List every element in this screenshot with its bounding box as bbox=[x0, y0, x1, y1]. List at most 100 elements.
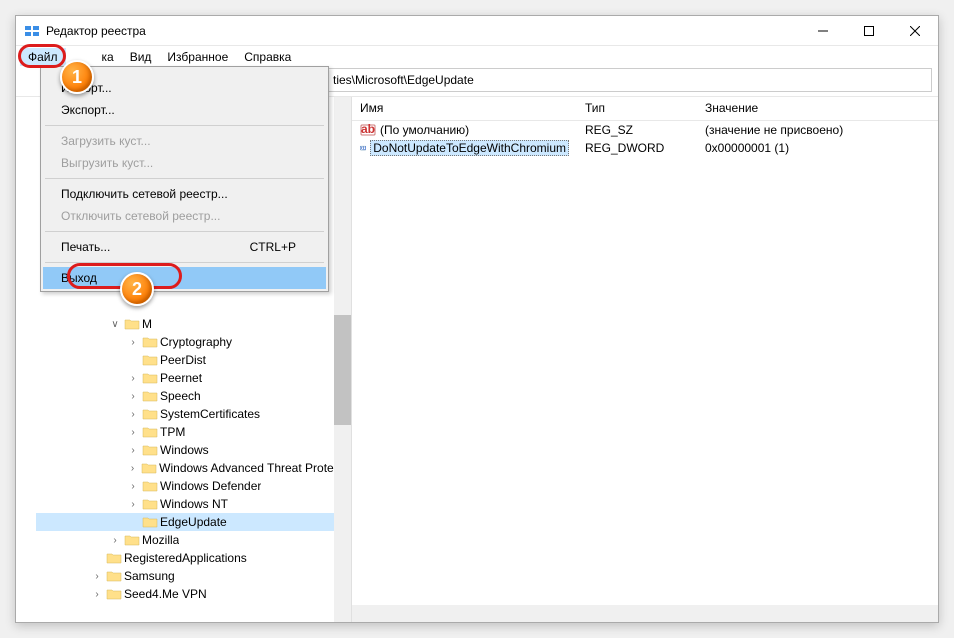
chevron-icon[interactable]: › bbox=[126, 337, 140, 348]
annotation-badge-2: 2 bbox=[120, 272, 154, 306]
menu-unload-hive: Выгрузить куст... bbox=[43, 152, 326, 174]
list-header: Имя Тип Значение bbox=[352, 97, 938, 121]
chevron-icon[interactable]: › bbox=[126, 391, 140, 402]
chevron-icon[interactable]: › bbox=[126, 373, 140, 384]
folder-icon bbox=[142, 389, 158, 403]
value-type-icon: ab bbox=[360, 122, 376, 138]
menu-connect-network[interactable]: Подключить сетевой реестр... bbox=[43, 183, 326, 205]
tree-item[interactable]: RegisteredApplications bbox=[36, 549, 351, 567]
svg-text:011: 011 bbox=[360, 145, 366, 150]
tree-item[interactable]: › Mozilla bbox=[36, 531, 351, 549]
tree-item[interactable]: › Windows NT bbox=[36, 495, 351, 513]
tree-item[interactable]: PeerDist bbox=[36, 351, 351, 369]
tree-label: Windows NT bbox=[160, 497, 228, 511]
menu-separator bbox=[45, 231, 324, 232]
tree-item[interactable]: › Seed4.Me VPN bbox=[36, 585, 351, 603]
folder-icon bbox=[142, 371, 158, 385]
address-text: ties\Microsoft\EdgeUpdate bbox=[333, 73, 474, 87]
tree-item[interactable]: › Peernet bbox=[36, 369, 351, 387]
menu-load-hive: Загрузить куст... bbox=[43, 130, 326, 152]
tree-item[interactable]: ›SystemCertificates bbox=[36, 405, 351, 423]
value-data: (значение не присвоено) bbox=[697, 123, 938, 137]
value-type: REG_DWORD bbox=[577, 141, 697, 155]
menu-separator bbox=[45, 125, 324, 126]
folder-icon bbox=[142, 425, 158, 439]
menu-print[interactable]: Печать...CTRL+P bbox=[43, 236, 326, 258]
chevron-icon[interactable]: › bbox=[90, 571, 104, 582]
folder-icon bbox=[142, 479, 158, 493]
menu-bar: Файл ка Вид Избранное Справка bbox=[16, 46, 938, 68]
menu-separator bbox=[45, 178, 324, 179]
tree-label: Windows Advanced Threat Protection bbox=[159, 461, 347, 475]
value-type: REG_SZ bbox=[577, 123, 697, 137]
folder-icon bbox=[106, 587, 122, 601]
tree-label: TPM bbox=[160, 425, 185, 439]
value-name: DoNotUpdateToEdgeWithChromium bbox=[370, 141, 569, 155]
registry-value-row[interactable]: ab (По умолчанию) REG_SZ(значение не присв… bbox=[352, 121, 938, 139]
tree-label: Speech bbox=[160, 389, 201, 403]
column-type[interactable]: Тип bbox=[577, 97, 697, 120]
value-name: (По умолчанию) bbox=[380, 123, 469, 137]
menu-separator bbox=[45, 262, 324, 263]
menu-file[interactable]: Файл bbox=[20, 48, 66, 66]
chevron-icon[interactable]: › bbox=[126, 427, 140, 438]
tree-item[interactable]: ∨M bbox=[36, 315, 351, 333]
list-pane: Имя Тип Значение ab (По умолчанию) REG_SZ(… bbox=[352, 97, 938, 622]
tree-label: Mozilla bbox=[142, 533, 179, 547]
tree-item[interactable]: › Windows Advanced Threat Protection bbox=[36, 459, 351, 477]
tree-label: Samsung bbox=[124, 569, 175, 583]
menu-edit-partial[interactable]: ка bbox=[94, 48, 122, 66]
chevron-icon[interactable]: › bbox=[126, 499, 140, 510]
menu-disconnect-network: Отключить сетевой реестр... bbox=[43, 205, 326, 227]
menu-favorites[interactable]: Избранное bbox=[159, 48, 236, 66]
tree-item[interactable]: › Speech bbox=[36, 387, 351, 405]
folder-icon bbox=[142, 353, 158, 367]
list-body[interactable]: ab (По умолчанию) REG_SZ(значение не присв… bbox=[352, 121, 938, 605]
registry-editor-window: Редактор реестра Файл ка Вид Избранное С… bbox=[15, 15, 939, 623]
maximize-button[interactable] bbox=[846, 16, 892, 46]
chevron-icon[interactable]: › bbox=[126, 445, 140, 456]
tree-item[interactable]: › Windows bbox=[36, 441, 351, 459]
tree-label: Peernet bbox=[160, 371, 202, 385]
tree-label: RegisteredApplications bbox=[124, 551, 247, 565]
tree-label: PeerDist bbox=[160, 353, 206, 367]
value-type-icon: 011 bbox=[360, 140, 366, 156]
window-controls bbox=[800, 16, 938, 46]
tree-item[interactable]: EdgeUpdate bbox=[36, 513, 351, 531]
address-bar[interactable]: ties\Microsoft\EdgeUpdate bbox=[326, 68, 932, 92]
tree-scrollbar[interactable] bbox=[334, 97, 351, 622]
chevron-icon[interactable]: › bbox=[108, 535, 122, 546]
svg-text:ab: ab bbox=[361, 122, 375, 136]
menu-view[interactable]: Вид bbox=[122, 48, 160, 66]
tree-item[interactable]: › Samsung bbox=[36, 567, 351, 585]
tree-item[interactable]: ›Windows Defender bbox=[36, 477, 351, 495]
annotation-badge-1: 1 bbox=[60, 60, 94, 94]
menu-exit[interactable]: Выход bbox=[43, 267, 326, 289]
file-dropdown: Импорт... Экспорт... Загрузить куст... В… bbox=[40, 66, 329, 292]
folder-icon bbox=[141, 461, 157, 475]
chevron-icon[interactable]: › bbox=[126, 481, 140, 492]
folder-icon bbox=[142, 407, 158, 421]
chevron-icon[interactable]: › bbox=[90, 589, 104, 600]
folder-icon bbox=[142, 443, 158, 457]
menu-help[interactable]: Справка bbox=[236, 48, 299, 66]
value-data: 0x00000001 (1) bbox=[697, 141, 938, 155]
column-value[interactable]: Значение bbox=[697, 97, 938, 120]
folder-icon bbox=[106, 551, 122, 565]
folder-icon bbox=[142, 335, 158, 349]
minimize-button[interactable] bbox=[800, 16, 846, 46]
registry-value-row[interactable]: 011 DoNotUpdateToEdgeWithChromium REG_DWOR… bbox=[352, 139, 938, 157]
tree-label: Seed4.Me VPN bbox=[124, 587, 207, 601]
chevron-icon[interactable]: › bbox=[126, 409, 140, 420]
column-name[interactable]: Имя bbox=[352, 97, 577, 120]
scrollbar-thumb[interactable] bbox=[334, 315, 351, 425]
folder-icon bbox=[124, 533, 140, 547]
horizontal-scrollbar[interactable] bbox=[352, 605, 938, 622]
tree-label: Windows bbox=[160, 443, 209, 457]
window-title: Редактор реестра bbox=[46, 24, 146, 38]
tree-item[interactable]: › TPM bbox=[36, 423, 351, 441]
tree-item[interactable]: ›Cryptography bbox=[36, 333, 351, 351]
chevron-icon[interactable]: › bbox=[126, 463, 139, 474]
close-button[interactable] bbox=[892, 16, 938, 46]
menu-export[interactable]: Экспорт... bbox=[43, 99, 326, 121]
